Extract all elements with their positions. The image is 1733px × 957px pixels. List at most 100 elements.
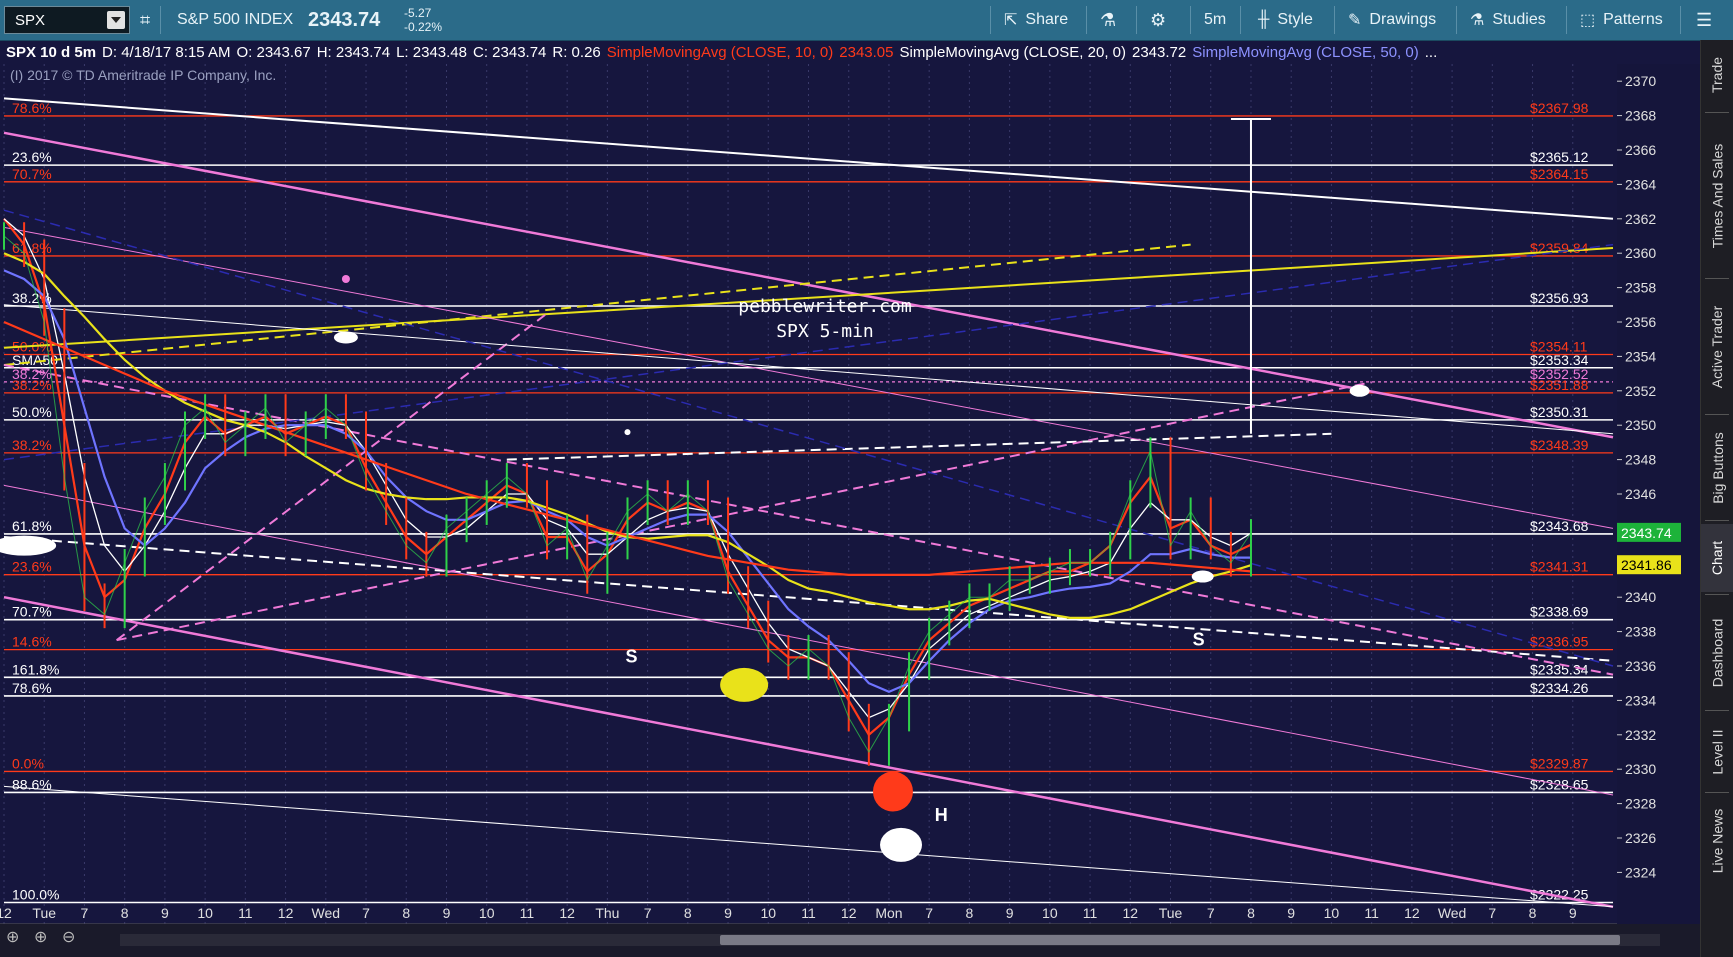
gear-icon[interactable]: ⚙: [1150, 0, 1166, 40]
fib-level-price: $2343.68: [1530, 518, 1589, 534]
fib-level-price: $2364.15: [1530, 166, 1589, 182]
x-tick-label: 12: [559, 905, 575, 921]
sidebar-tab-trade[interactable]: Trade: [1701, 40, 1733, 110]
chart-info-bar: SPX 10 d 5m D: 4/18/17 8:15 AM O: 2343.6…: [6, 41, 1443, 63]
fib-level-price: $2350.31: [1530, 404, 1589, 420]
drawings-button[interactable]: ✎ Drawings: [1348, 0, 1436, 40]
patterns-button[interactable]: ⬚ Patterns: [1580, 0, 1663, 40]
y-tick-label: 2338: [1625, 624, 1656, 640]
fib-level-percent: 100.0%: [12, 887, 59, 903]
info-more[interactable]: ...: [1425, 44, 1438, 61]
y-tick-label: 2352: [1625, 383, 1656, 399]
timeframe-button[interactable]: 5m: [1204, 0, 1226, 40]
x-tick-label: 10: [760, 905, 776, 921]
x-tick-label: 8: [966, 905, 974, 921]
info-low: L: 2343.48: [396, 43, 467, 61]
sma-price-tag-label: 2341.86: [1621, 557, 1672, 573]
chart-background: [0, 64, 1617, 924]
x-tick-label: Wed: [312, 905, 341, 921]
y-tick-label: 2334: [1625, 692, 1656, 708]
sidebar-tab-active-trader[interactable]: Active Trader: [1701, 282, 1733, 412]
zoom-in-icon[interactable]: ⊕: [34, 920, 47, 953]
x-tick-label: 12: [1123, 905, 1139, 921]
x-tick-label: 7: [644, 905, 652, 921]
fib-level-price: $2329.87: [1530, 755, 1589, 771]
y-tick-label: 2358: [1625, 280, 1656, 296]
pencil-icon: ✎: [1348, 12, 1362, 29]
studies-icon: ⚗: [1470, 12, 1485, 29]
x-tick-label: Thu: [595, 905, 619, 921]
share-button[interactable]: ⇱ Share: [1004, 0, 1068, 40]
x-tick-label: 7: [362, 905, 370, 921]
zoom-out-icon[interactable]: ⊖: [62, 920, 75, 953]
style-button[interactable]: ╫ Style: [1258, 0, 1313, 40]
info-open: O: 2343.67: [236, 43, 311, 61]
index-name: S&P 500 INDEX: [177, 11, 294, 28]
info-range: R: 0.26: [552, 43, 601, 61]
x-tick-label: 11: [801, 905, 816, 921]
fib-level-percent: 23.6%: [12, 149, 52, 165]
x-tick-label: 12: [0, 905, 12, 921]
fib-level-price: $2341.31: [1530, 559, 1589, 575]
watermark-line-1: pebblewriter.com: [738, 296, 911, 317]
x-tick-label: 11: [238, 905, 253, 921]
menu-icon[interactable]: ☰: [1696, 0, 1712, 40]
last-price: 2343.74: [308, 8, 381, 31]
sidebar-tab-level-ii[interactable]: Level II: [1701, 714, 1733, 790]
annotation-ellipse: [341, 275, 350, 283]
y-tick-label: 2324: [1625, 864, 1656, 880]
share-icon: ⇱: [1004, 12, 1018, 29]
x-tick-label: 10: [197, 905, 213, 921]
x-tick-label: 8: [1247, 905, 1255, 921]
x-tick-label: 12: [278, 905, 294, 921]
symbol-text: SPX: [15, 12, 46, 29]
x-tick-label: 9: [1006, 905, 1014, 921]
fib-level-percent: 50.0%: [12, 404, 52, 420]
y-tick-label: 2366: [1625, 142, 1656, 158]
fib-level-price: $2356.93: [1530, 290, 1589, 306]
x-tick-label: 7: [81, 905, 89, 921]
annotation-ellipse: [1349, 384, 1370, 397]
x-tick-label: 9: [724, 905, 732, 921]
link-icon[interactable]: ⌗: [140, 0, 150, 40]
info-sma10: SimpleMovingAvg (CLOSE, 10, 0): [606, 43, 834, 61]
x-tick-label: 8: [1529, 905, 1537, 921]
sidebar-tab-dashboard[interactable]: Dashboard: [1701, 598, 1733, 708]
y-tick-label: 2362: [1625, 211, 1656, 227]
sidebar-tab-chart[interactable]: Chart: [1701, 524, 1733, 592]
y-tick-label: 2346: [1625, 486, 1656, 502]
pattern-label: H: [935, 805, 948, 825]
x-tick-label: 9: [161, 905, 169, 921]
sidebar-tab-live-news[interactable]: Live News: [1701, 796, 1733, 886]
y-tick-label: 2332: [1625, 727, 1656, 743]
toolbar: SPX ⌗ S&P 500 INDEX 2343.74 -5.27 -0.22%…: [0, 0, 1733, 41]
scrollbar-thumb[interactable]: [720, 935, 1620, 945]
y-tick-label: 2368: [1625, 108, 1656, 124]
y-tick-label: 2348: [1625, 452, 1656, 468]
y-tick-label: 2336: [1625, 658, 1656, 674]
chevron-down-icon[interactable]: [107, 11, 125, 29]
sidebar-tab-times-and-sales[interactable]: Times And Sales: [1701, 116, 1733, 276]
last-price-tag-label: 2343.74: [1621, 525, 1672, 541]
x-tick-label: 12: [1404, 905, 1420, 921]
fib-level-percent: 0.0%: [12, 755, 44, 771]
price-chart[interactable]: 78.6% $2367.98 23.6% $2365.12 70.7% $2364.15 6…: [0, 0, 1733, 957]
annotation-ellipse: [880, 827, 923, 862]
x-tick-label: 9: [1287, 905, 1295, 921]
y-tick-label: 2328: [1625, 796, 1656, 812]
x-tick-label: Mon: [875, 905, 902, 921]
sidebar-tab-big-buttons[interactable]: Big Buttons: [1701, 418, 1733, 518]
x-tick-label: 12: [841, 905, 857, 921]
info-sma20: SimpleMovingAvg (CLOSE, 20, 0): [899, 43, 1127, 61]
x-tick-label: 8: [684, 905, 692, 921]
symbol-input[interactable]: SPX: [4, 6, 130, 34]
crosshair-icon[interactable]: ⊕: [6, 920, 19, 953]
y-tick-label: 2326: [1625, 830, 1656, 846]
x-tick-label: 7: [1207, 905, 1215, 921]
annotation-ellipse: [720, 667, 769, 702]
x-tick-label: 8: [121, 905, 129, 921]
watermark-line-2: SPX 5-min: [776, 321, 874, 342]
annotation-ellipse: [624, 429, 631, 436]
flask-icon[interactable]: ⚗: [1100, 0, 1116, 40]
studies-button[interactable]: ⚗ Studies: [1470, 0, 1546, 40]
